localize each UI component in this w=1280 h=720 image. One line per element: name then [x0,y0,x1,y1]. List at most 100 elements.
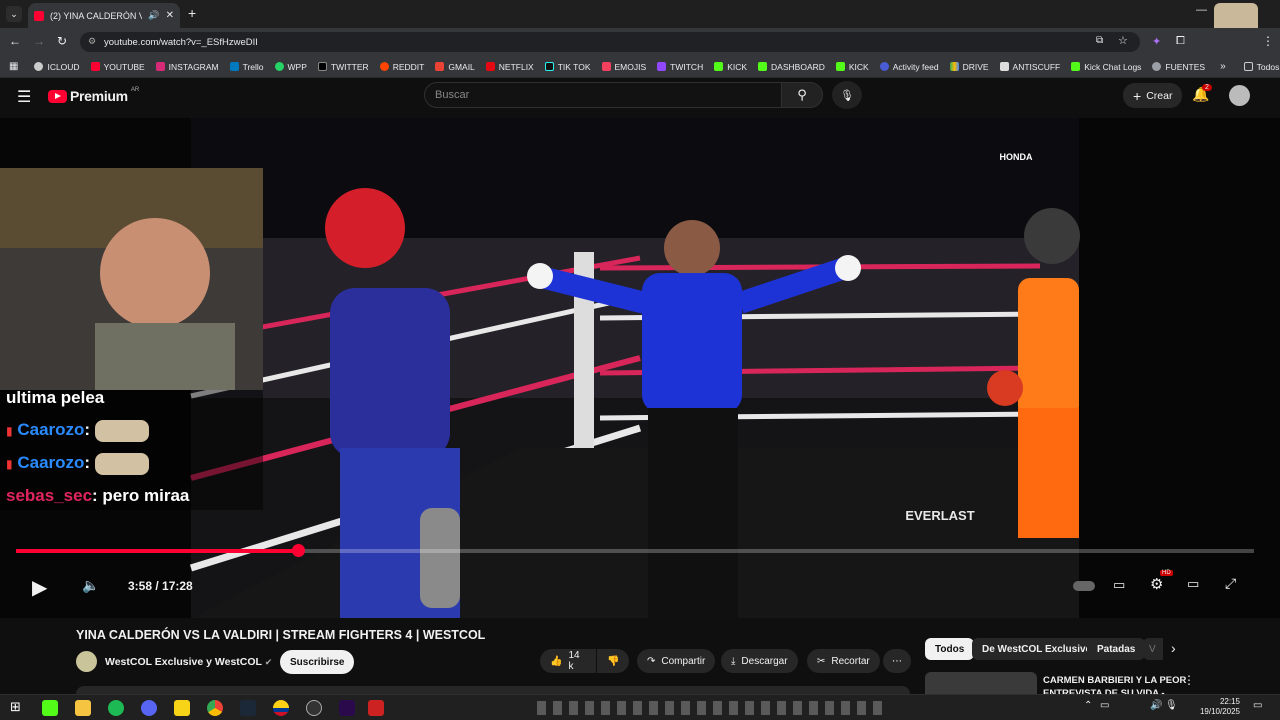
kick-icon [835,62,845,71]
channel-name[interactable]: WestCOL Exclusive y WestCOL ✔ [105,656,272,668]
bookmark-twitch[interactable]: TWITCH [657,62,703,72]
youtube-logo[interactable]: Premium AR [48,87,139,104]
hd-badge: HD [1160,570,1173,576]
tab-search-button[interactable]: ⌄ [6,6,22,22]
kick-icon [714,62,724,71]
dislike-button[interactable]: 👎 [597,649,629,673]
bookmark-trello[interactable]: Trello [229,62,264,72]
folder-icon [1243,62,1253,71]
bookmark-icloud[interactable]: ICLOUD [34,62,80,72]
steam-icon[interactable] [240,700,256,716]
autoplay-toggle[interactable] [1073,581,1095,591]
volume-tray-icon[interactable]: 🔊 [1150,700,1162,711]
bookmarks-bar: ▦ ICLOUD YOUTUBE INSTAGRAM Trello WPP TW… [0,56,1280,78]
account-avatar[interactable] [1229,85,1250,106]
hamburger-menu-icon[interactable]: ☰ [17,87,31,107]
apps-grid-icon[interactable]: ▦ [9,61,18,72]
bookmark-emojis[interactable]: EMOJIS [601,62,646,72]
bookmark-kick-2[interactable]: KICK [835,62,869,72]
create-button[interactable]: + Crear [1123,83,1183,108]
chip-more[interactable]: V [1143,638,1163,660]
notification-center-icon[interactable]: ▭ [1253,700,1262,711]
spotify-icon[interactable] [108,700,124,716]
new-tab-button[interactable]: + [188,5,196,21]
play-icon[interactable]: ▶ [32,575,47,600]
fullscreen-icon[interactable]: ⤢ [1225,575,1236,592]
discord-icon[interactable] [141,700,157,716]
tray-overflow-icon[interactable]: ⌃ [1084,700,1092,711]
channel-avatar[interactable] [76,651,97,672]
bookmark-tiktok[interactable]: TIK TOK [544,62,591,72]
progress-bar[interactable] [16,544,1254,557]
sticky-notes-icon[interactable] [174,700,190,716]
bookmark-twitter[interactable]: TWITTER [317,62,369,72]
share-button[interactable]: ↷ Compartir [637,649,716,673]
tab-title: (2) YINA CALDERÓN VS LA V [50,10,143,21]
bookmark-youtube[interactable]: YOUTUBE [90,62,145,72]
clip-button[interactable]: ✂ Recortar [807,649,880,673]
extension-icon[interactable]: ✦ [1152,35,1161,48]
voicemeeter-icon[interactable] [368,700,384,716]
more-bookmarks-icon[interactable]: » [1220,61,1226,72]
search-input[interactable]: Buscar [424,82,782,108]
bookmark-reddit[interactable]: REDDIT [379,62,424,72]
bookmark-fuentes[interactable]: FUENTES [1152,62,1205,72]
chrome-icon[interactable] [207,700,223,716]
chip-all[interactable]: Todos [925,638,975,660]
bookmark-dashboard[interactable]: DASHBOARD [758,62,825,72]
app-icon[interactable] [306,700,322,716]
browser-tab-active[interactable]: (2) YINA CALDERÓN VS LA V 🔊 ✕ [28,3,180,28]
bookmark-instagram[interactable]: INSTAGRAM [155,62,219,72]
forward-icon[interactable]: → [33,34,45,48]
bookmark-gmail[interactable]: GMAIL [435,62,475,72]
youtube-icon [90,62,100,71]
premiere-icon[interactable] [339,700,355,716]
like-button[interactable]: 👍 14 k [540,649,596,673]
install-icon[interactable]: ⧉ [1096,35,1103,46]
suggestion-thumbnail[interactable] [925,672,1037,694]
drive-icon [949,62,959,71]
honda-watermark-text: HONDA [1000,152,1033,162]
bookmark-drive[interactable]: DRIVE [949,62,989,72]
video-player[interactable]: HONDA EVERLAST ultima pelea ▮ Caarozo: ▮… [0,118,1280,618]
bookmark-antiscuff[interactable]: ANTISCUFF [999,62,1060,72]
bookmark-activity-feed[interactable]: Activity feed [879,62,939,72]
voice-search-button[interactable]: 🎙 [832,81,862,109]
subscribe-button[interactable]: Suscribirse [280,650,355,674]
bookmark-kick[interactable]: KICK [714,62,747,72]
download-button[interactable]: ⤓ Descargar [721,649,798,673]
site-info-icon[interactable]: ⚙ [88,36,96,47]
all-bookmarks-folder[interactable]: Todos los favoritos [1243,62,1280,72]
bookmark-netflix[interactable]: NETFLIX [485,62,534,72]
close-tab-icon[interactable]: ✕ [166,10,174,21]
bookmark-wpp[interactable]: WPP [274,62,307,72]
more-actions-button[interactable]: ⋯ [883,649,911,673]
notifications-button[interactable]: 🔔 2 [1192,84,1212,104]
colombia-flag-icon[interactable] [273,700,289,716]
file-explorer-icon[interactable] [75,700,91,716]
settings-gear-icon[interactable]: ⚙ [1150,575,1163,593]
bookmark-kick-chat-logs[interactable]: Kick Chat Logs [1071,62,1141,72]
volume-icon[interactable]: 🔈 [82,577,99,594]
chevron-right-icon[interactable]: › [1171,640,1176,656]
browser-menu-icon[interactable]: ⋮ [1262,34,1274,48]
address-bar[interactable]: ⚙ youtube.com/watch?v=_ESfHzweDII ⧉ ☆ [80,32,1140,52]
clock[interactable]: 22:15 19/10/2025 [1198,697,1240,717]
search-button[interactable]: ⚲ [781,82,823,108]
kick-app-icon[interactable] [42,700,58,716]
microphone-tray-icon[interactable]: 🎙 [1165,700,1178,711]
chip-kicks[interactable]: Patadas [1087,638,1146,660]
suggestion-menu-icon[interactable]: ⋮ [1183,673,1195,687]
extensions-puzzle-icon[interactable]: ⧠ [1176,35,1185,48]
theater-mode-icon[interactable]: ▭ [1187,576,1199,592]
reload-icon[interactable]: ↻ [57,34,67,48]
network-icon[interactable]: ▭ [1100,700,1109,711]
speaker-icon[interactable]: 🔊 [148,10,159,21]
system-tray[interactable] [537,701,887,715]
subtitles-icon[interactable]: ▭ [1113,577,1125,593]
chip-from-channel[interactable]: De WestCOL Exclusive [972,638,1102,660]
minimize-button[interactable]: — [1196,4,1207,16]
back-icon[interactable]: ← [9,34,21,48]
bookmark-star-icon[interactable]: ☆ [1118,34,1128,47]
windows-start-icon[interactable]: ⊞ [10,699,21,715]
